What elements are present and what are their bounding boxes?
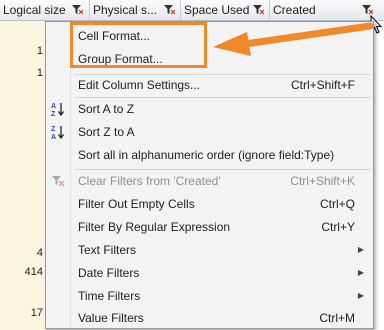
column-header-label: Created — [273, 3, 316, 17]
clear-filter-icon — [52, 176, 65, 187]
menu-item-edit-column-settings[interactable]: Edit Column Settings... Ctrl+Shift+F — [46, 74, 373, 96]
svg-text:Z: Z — [51, 126, 56, 133]
column-header-row: Logical size Physical s... Space Used Cr… — [0, 0, 384, 21]
menu-item-shortcut: Ctrl+Shift+F — [290, 78, 355, 92]
menu-item-sort-z-to-a[interactable]: Z A Sort Z to A — [46, 121, 373, 143]
menu-item-label: Filter Out Empty Cells — [78, 197, 195, 211]
submenu-arrow-icon: ▶ — [357, 268, 364, 277]
menu-item-label: Sort A to Z — [78, 102, 135, 116]
column-header-label: Physical s... — [93, 3, 158, 17]
column-header-logical-size[interactable]: Logical size — [0, 0, 90, 20]
svg-text:A: A — [51, 134, 56, 140]
menu-item-label: Clear Filters from 'Created' — [78, 174, 221, 188]
svg-text:Z: Z — [51, 111, 56, 117]
menu-item-label: Edit Column Settings... — [78, 78, 201, 92]
column-header-created[interactable]: Created — [270, 0, 384, 20]
menu-item-filter-out-empty[interactable]: Filter Out Empty Cells Ctrl+Q — [46, 193, 373, 215]
highlight-box — [70, 22, 207, 68]
table-cell: 1 — [36, 67, 43, 79]
menu-item-clear-filters[interactable]: Clear Filters from 'Created' Ctrl+Shift+… — [46, 170, 373, 192]
callout-arrow — [213, 22, 374, 56]
menu-item-label: Value Filters — [78, 311, 144, 325]
menu-item-shortcut: Ctrl+Shift+K — [290, 174, 355, 188]
funnel-filter-icon[interactable] — [253, 5, 264, 15]
table-cell: 4 — [36, 247, 43, 259]
menu-item-shortcut: Ctrl+Q — [319, 197, 355, 211]
menu-item-filter-by-regex[interactable]: Filter By Regular Expression Ctrl+Y — [46, 216, 373, 238]
menu-item-time-filters[interactable]: Time Filters ▶ — [46, 285, 373, 307]
data-column-logical-size: 1 1 4 414 17 — [0, 21, 48, 330]
table-cell: 17 — [30, 307, 43, 319]
menu-item-label: Filter By Regular Expression — [78, 220, 231, 234]
menu-item-sort-a-to-z[interactable]: A Z Sort A to Z — [46, 98, 373, 120]
menu-item-sort-alphanumeric[interactable]: Sort all in alphanumeric order (ignore f… — [46, 144, 373, 166]
funnel-filter-icon[interactable] — [362, 5, 373, 15]
menu-item-text-filters[interactable]: Text Filters ▶ — [46, 239, 373, 261]
funnel-filter-icon[interactable] — [164, 5, 175, 15]
column-header-physical-size[interactable]: Physical s... — [90, 0, 181, 20]
menu-item-value-filters[interactable]: Value Filters Ctrl+M — [46, 307, 373, 329]
sort-a-to-z-icon: A Z — [51, 103, 65, 117]
svg-text:A: A — [51, 103, 56, 110]
menu-item-shortcut: Ctrl+M — [319, 311, 355, 325]
submenu-arrow-icon: ▶ — [357, 291, 364, 300]
menu-item-label: Sort Z to A — [78, 125, 135, 139]
table-cell: 414 — [24, 266, 43, 278]
sort-z-to-a-icon: Z A — [51, 126, 65, 140]
column-header-space-used[interactable]: Space Used — [181, 0, 270, 20]
menu-item-shortcut: Ctrl+Y — [321, 220, 355, 234]
menu-item-label: Date Filters — [78, 266, 140, 280]
column-header-label: Logical size — [3, 3, 66, 17]
funnel-filter-icon[interactable] — [72, 5, 83, 15]
menu-item-label: Time Filters — [78, 289, 141, 303]
menu-item-label: Sort all in alphanumeric order (ignore f… — [78, 148, 335, 162]
submenu-arrow-icon: ▶ — [357, 245, 364, 254]
menu-item-date-filters[interactable]: Date Filters ▶ — [46, 262, 373, 284]
menu-item-label: Text Filters — [78, 243, 137, 257]
column-header-label: Space Used — [184, 3, 250, 17]
table-cell: 1 — [36, 45, 43, 57]
